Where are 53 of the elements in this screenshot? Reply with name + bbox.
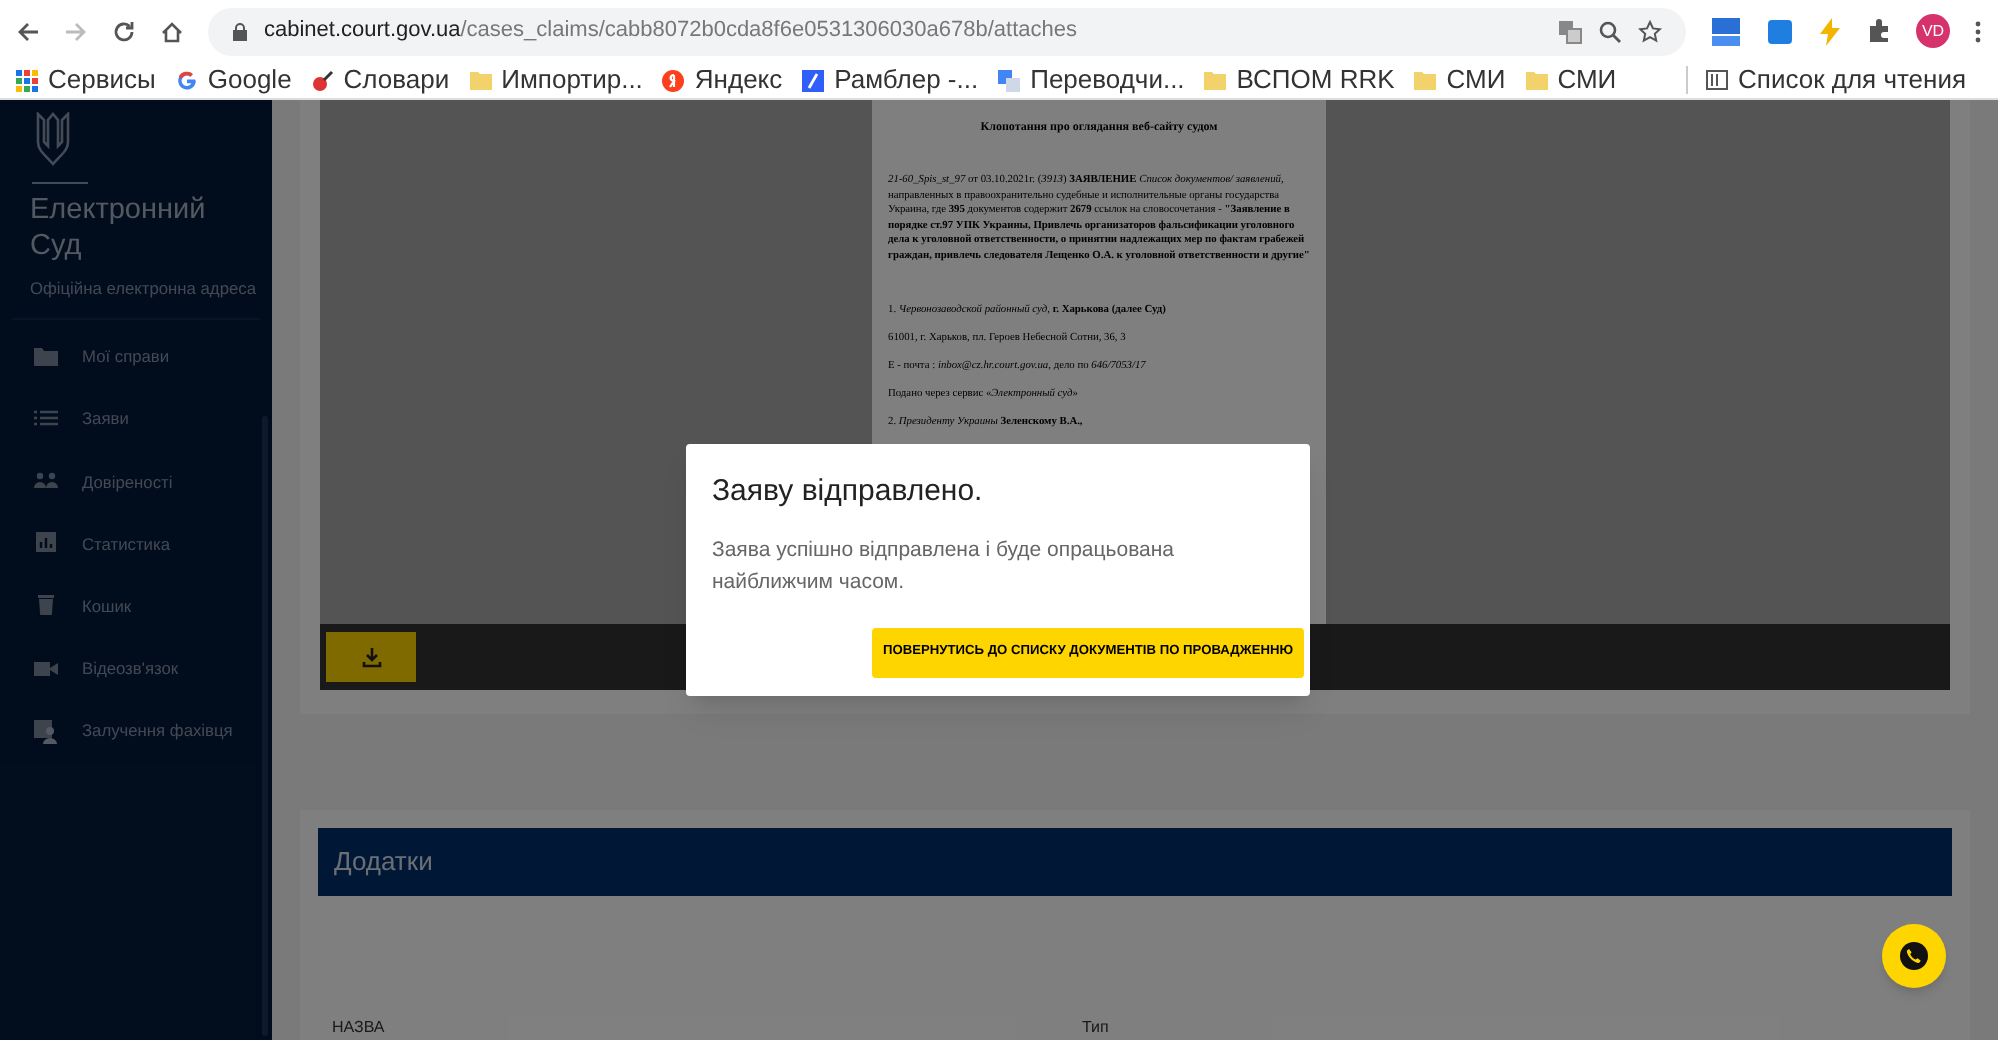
bookmark-item[interactable]: Импортир... (469, 60, 643, 100)
extension-icon[interactable] (1710, 15, 1742, 47)
trash-icon (34, 594, 58, 619)
phone-icon (1900, 942, 1928, 970)
lock-icon (232, 21, 248, 41)
video-camera-icon (34, 657, 58, 682)
chart-icon (34, 532, 58, 557)
column-header: Тип (1082, 1016, 1109, 1040)
bookmark-item[interactable]: Рамблер -... (802, 60, 979, 100)
app-title: Електронний Суд (30, 192, 208, 264)
extension-icon[interactable] (1766, 17, 1794, 45)
home-icon[interactable] (160, 19, 184, 43)
address-bar[interactable]: cabinet.court.gov.ua/cases_claims/cabb8072b0cda8f6e0531306030a678b/attaches (208, 7, 1686, 55)
bookmark-item[interactable]: Google (175, 60, 292, 100)
translate-icon (998, 69, 1021, 91)
bookmark-item[interactable]: Яндекс (662, 60, 783, 100)
person-icon (34, 719, 58, 744)
profile-avatar[interactable]: VD (1916, 14, 1950, 48)
star-icon[interactable] (1638, 19, 1662, 43)
translate-icon[interactable] (1558, 19, 1582, 43)
dialog-message: Заява успішно відправлена і буде опрацьована найближчим часом. (712, 535, 1177, 597)
bookmark-item[interactable]: ВСПОМ RRK (1204, 60, 1395, 100)
bookmark-item[interactable]: Сервисы (16, 60, 156, 100)
pin-icon (311, 69, 334, 91)
folder-icon (1414, 70, 1437, 90)
yandex-icon (662, 69, 685, 91)
people-icon (34, 469, 58, 494)
url-text: cabinet.court.gov.ua/cases_claims/cabb8072b0cda8f6e0531306030a678b/attaches (264, 16, 1077, 47)
dialog-title: Заяву відправлено. (712, 472, 985, 512)
download-icon (361, 647, 381, 667)
section-title: Додатки (334, 844, 433, 881)
slash-square-icon (802, 69, 825, 91)
reading-list-icon (1706, 70, 1729, 90)
column-header: НАЗВА (332, 1016, 387, 1040)
zoom-icon[interactable] (1598, 19, 1622, 43)
google-icon (175, 69, 198, 91)
bookmark-item[interactable]: СМИ (1414, 60, 1506, 100)
folder-icon (34, 345, 58, 370)
back-icon[interactable] (16, 19, 40, 43)
puzzle-icon[interactable] (1866, 18, 1892, 44)
more-icon[interactable] (1974, 19, 1982, 43)
app-subtitle: Офіційна електронна адреса (30, 276, 258, 302)
bookmark-item[interactable]: СМИ (1525, 60, 1617, 100)
bookmark-item[interactable]: Переводчи... (998, 60, 1185, 100)
folder-icon (1204, 70, 1227, 90)
trident-logo (34, 112, 72, 166)
folder-icon (1525, 70, 1548, 90)
reload-icon[interactable] (112, 19, 136, 43)
bookmark-item[interactable]: Словари (311, 60, 450, 100)
folder-icon (469, 70, 492, 90)
reading-list-button[interactable]: Список для чтения (1706, 60, 1982, 100)
download-button[interactable] (326, 632, 416, 682)
apps-icon (16, 69, 38, 91)
